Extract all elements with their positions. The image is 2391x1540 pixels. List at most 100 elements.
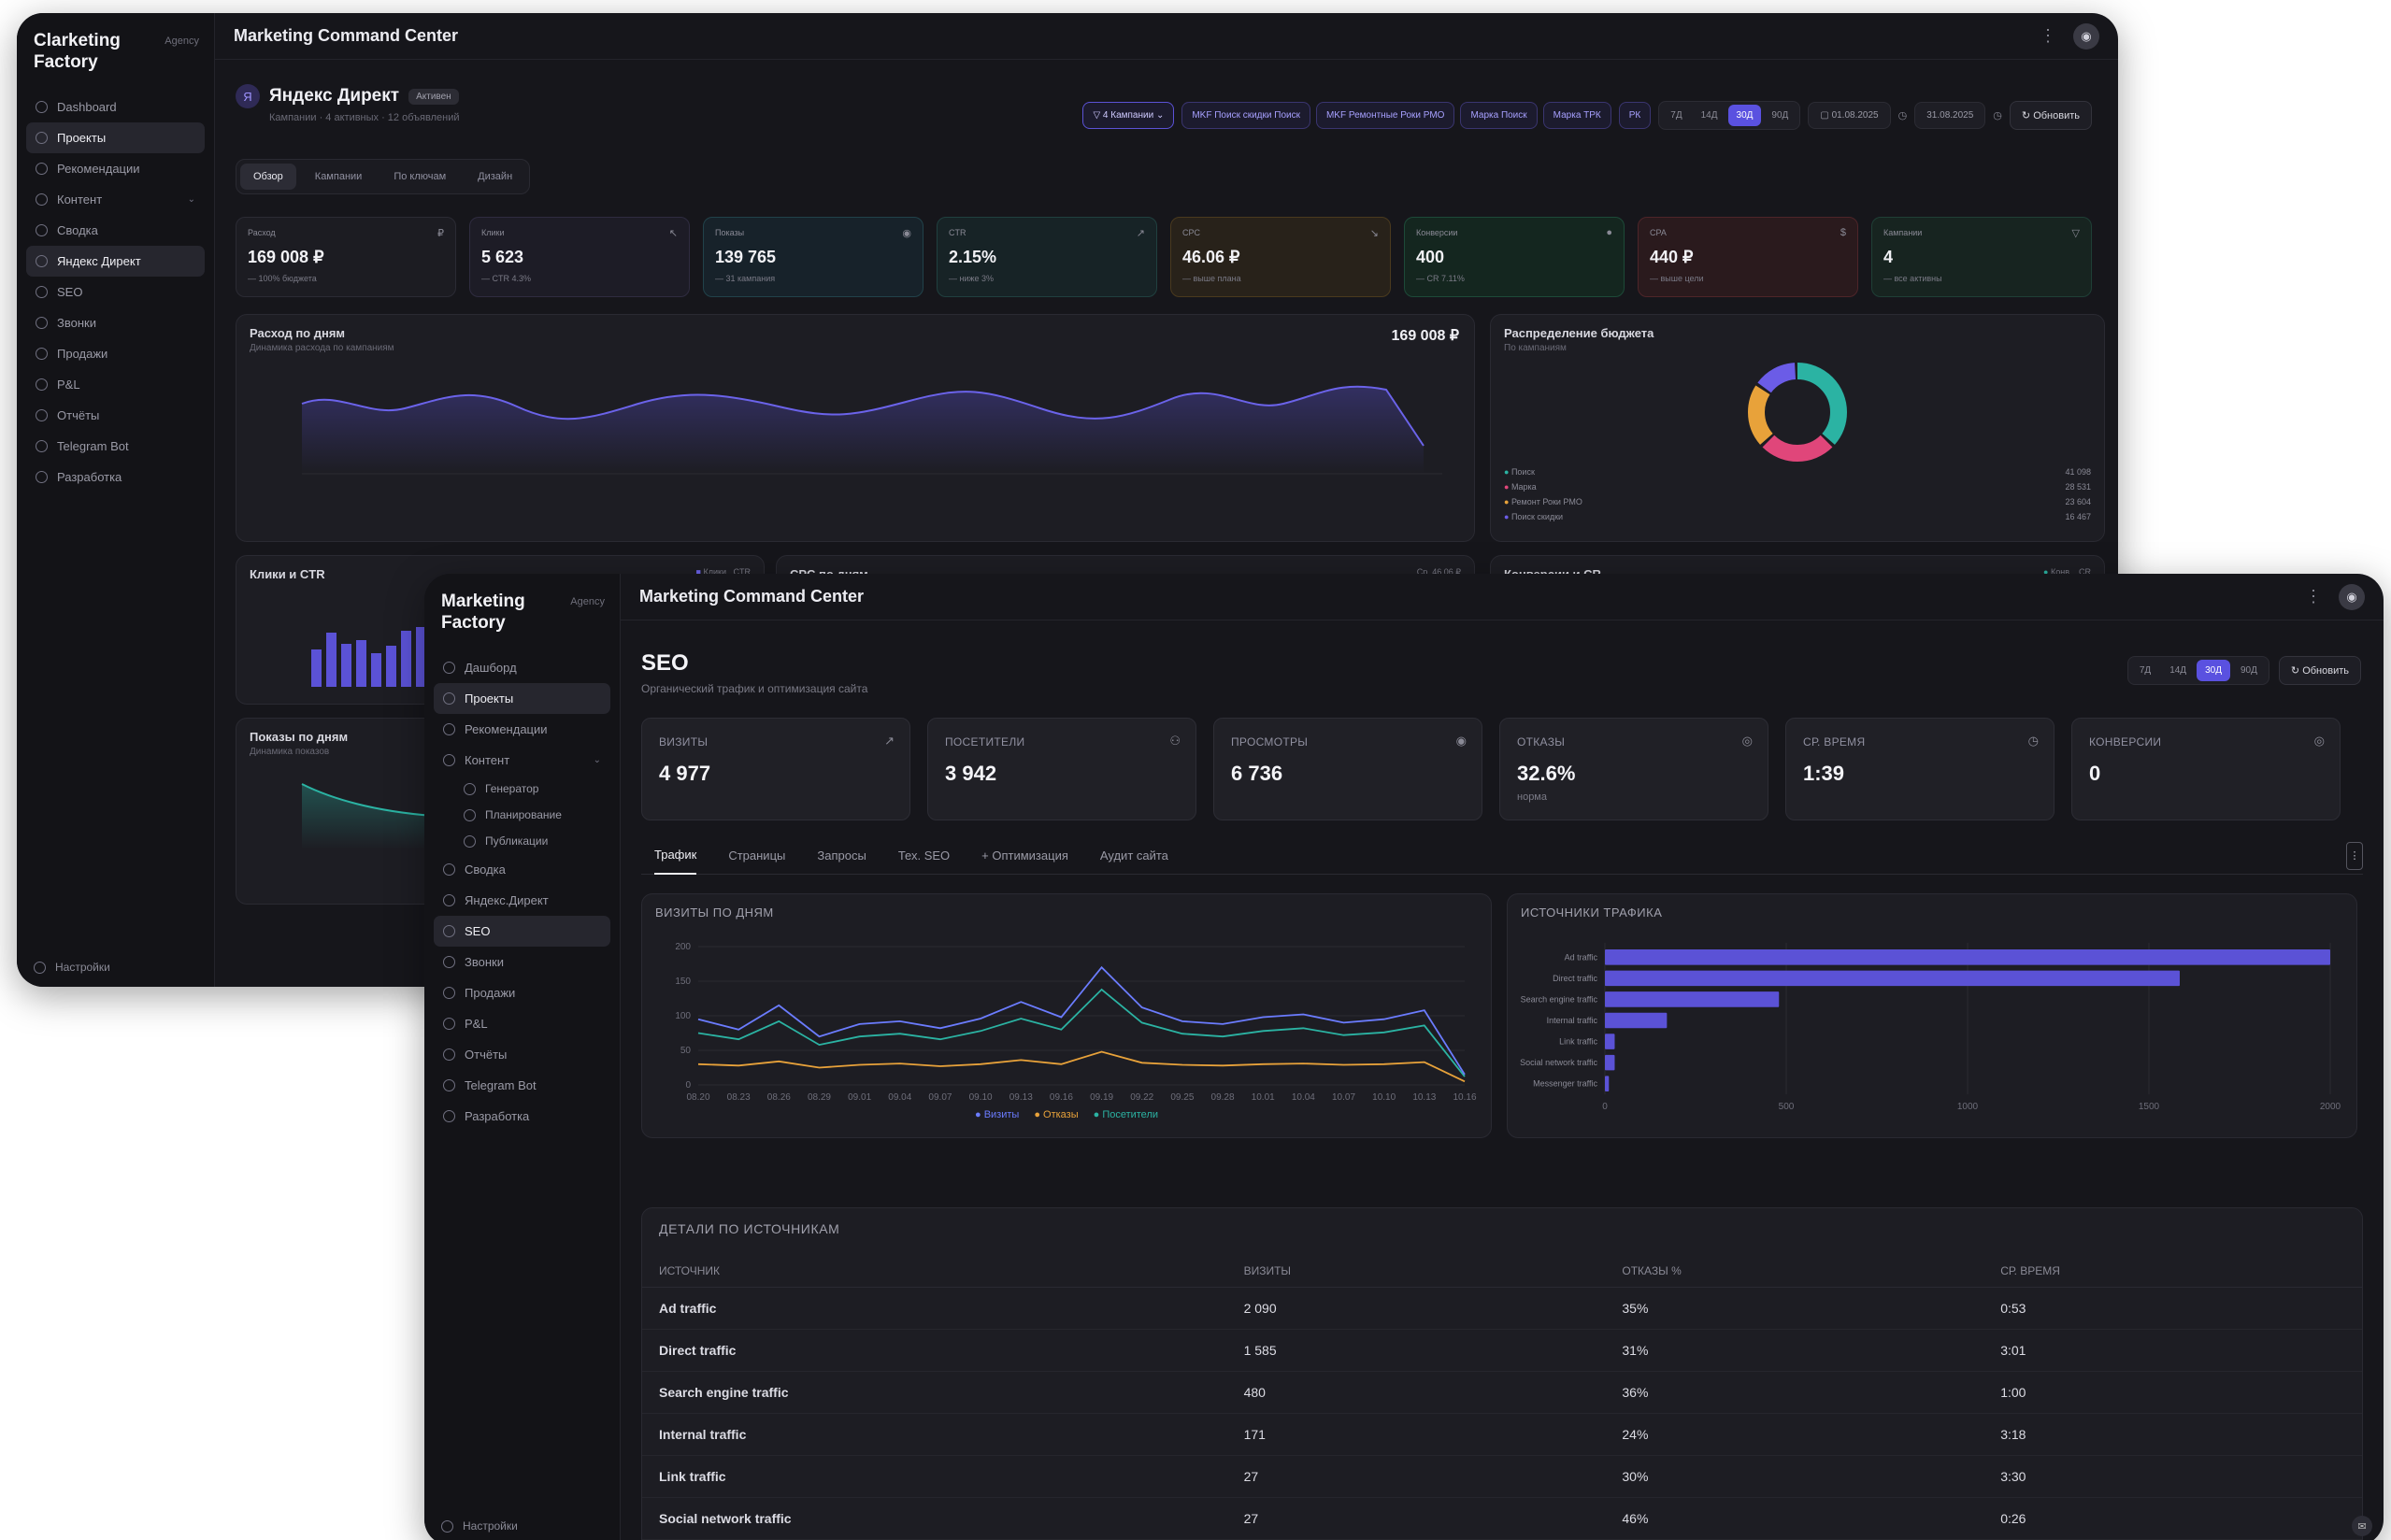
x-tick-label: 10.10 — [1372, 1092, 1396, 1103]
seo-tab[interactable]: Аудит сайта — [1100, 837, 1168, 875]
sidebar-item[interactable]: Сводка — [434, 854, 610, 885]
sidebar-item[interactable]: Звонки — [434, 947, 610, 977]
sidebar-item[interactable]: Яндекс Директ — [26, 246, 205, 277]
legend-swatch: ● — [1093, 1109, 1103, 1120]
more-icon[interactable]: ⋮ — [2305, 587, 2322, 606]
period-option[interactable]: 7Д — [2131, 660, 2159, 681]
campaign-chip[interactable]: MKF Ремонтные Роки РМО — [1315, 102, 1455, 129]
sidebar-item[interactable]: Контент ⌄ — [434, 745, 610, 776]
seo-tab[interactable]: + Оптимизация — [981, 837, 1068, 875]
view-tab[interactable]: Дизайн — [465, 164, 525, 190]
sidebar-item[interactable]: Планирование — [434, 802, 610, 828]
refresh-button[interactable]: ↻ Обновить — [2278, 656, 2361, 685]
sidebar-item[interactable]: Дашборд — [434, 652, 610, 683]
table-row[interactable]: Link traffic 27 30% 3:30 — [642, 1455, 2362, 1498]
sidebar-item[interactable]: Dashboard — [26, 92, 205, 122]
source-bar[interactable] — [1605, 991, 1780, 1007]
x-tick-label: 10.13 — [1412, 1092, 1436, 1103]
sidebar-item[interactable]: Публикации — [434, 828, 610, 854]
view-tab[interactable]: Обзор — [240, 164, 296, 190]
sidebar-item[interactable]: SEO — [26, 277, 205, 307]
sidebar-item[interactable]: Генератор — [434, 776, 610, 802]
kpi-delta: — выше плана — [1182, 274, 1241, 283]
date-to-field[interactable]: 31.08.2025 — [1914, 102, 1986, 129]
period-option[interactable]: 30Д — [1727, 105, 1762, 126]
seo-tab[interactable]: Запросы — [817, 837, 866, 875]
campaign-filter-button[interactable]: ▽ 4 Кампании ⌄ — [1082, 102, 1175, 129]
sidebar-item-label: Dashboard — [57, 100, 117, 114]
kpi-value: 1:39 — [1803, 762, 1845, 785]
sidebar-item[interactable]: P&L — [434, 1008, 610, 1039]
legend-label: Визиты — [983, 1109, 1020, 1120]
legend-label: Посетители — [1102, 1109, 1159, 1120]
period-option[interactable]: 30Д — [2197, 660, 2230, 681]
period-option[interactable]: 14Д — [1693, 105, 1726, 126]
sidebar-item[interactable]: Рекомендации — [434, 714, 610, 745]
sidebar-item[interactable]: Telegram Bot — [434, 1070, 610, 1101]
settings-link[interactable]: Настройки — [34, 961, 110, 974]
seo-tab[interactable]: Тех. SEO — [898, 837, 950, 875]
period-option[interactable]: 90Д — [1763, 105, 1797, 126]
column-header[interactable]: Источник — [642, 1255, 1227, 1288]
source-bar[interactable] — [1605, 970, 2180, 987]
table-row[interactable]: Direct traffic 1 585 31% 3:01 — [642, 1329, 2362, 1372]
sidebar-item[interactable]: Звонки — [26, 307, 205, 338]
sidebar-item[interactable]: Продажи — [26, 338, 205, 369]
tag-chip[interactable]: РК — [1618, 102, 1652, 129]
sidebar-item[interactable]: SEO — [434, 916, 610, 947]
table-cell: 27 — [1226, 1455, 1606, 1498]
period-option[interactable]: 14Д — [2161, 660, 2195, 681]
avatar[interactable]: ◉ — [2339, 583, 2365, 610]
source-bar[interactable] — [1605, 1076, 1610, 1091]
campaign-chip[interactable]: Марка ТРК — [1542, 102, 1611, 129]
sidebar: Clarketing Factory Agency Dashboard Проек… — [17, 13, 215, 987]
chat-icon[interactable]: ✉ — [2352, 1516, 2372, 1536]
table-row[interactable]: Search engine traffic 480 36% 1:00 — [642, 1371, 2362, 1414]
source-bar[interactable] — [1605, 1012, 1668, 1029]
sidebar-item[interactable]: P&L — [26, 369, 205, 400]
source-bar[interactable] — [1605, 949, 2330, 965]
sidebar-item[interactable]: Рекомендации — [26, 153, 205, 184]
nav-icon — [443, 1048, 455, 1061]
legend-swatch: ● — [1504, 482, 1511, 492]
seo-tab[interactable]: Страницы — [728, 837, 785, 875]
period-option[interactable]: 7Д — [1662, 105, 1690, 126]
more-icon[interactable]: ⋮ — [2040, 26, 2056, 46]
table-cell: 30% — [1605, 1455, 1984, 1498]
kpi-icon: $ — [1840, 227, 1846, 238]
campaign-chip[interactable]: MKF Поиск скидки Поиск — [1181, 102, 1310, 129]
avatar[interactable]: ◉ — [2073, 22, 2099, 50]
sidebar-item[interactable]: Продажи — [434, 977, 610, 1008]
period-option[interactable]: 90Д — [2232, 660, 2266, 681]
table-row[interactable]: Social network traffic 27 46% 0:26 — [642, 1497, 2362, 1540]
sidebar-item[interactable]: Отчёты — [434, 1039, 610, 1070]
column-header[interactable]: Отказы % — [1605, 1255, 1984, 1288]
sidebar-item[interactable]: Проекты — [26, 122, 205, 153]
view-tab[interactable]: По ключам — [380, 164, 459, 190]
sidebar-item[interactable]: Разработка — [434, 1101, 610, 1132]
sidebar-item[interactable]: Сводка — [26, 215, 205, 246]
click-bar — [341, 644, 351, 687]
sidebar-item[interactable]: Разработка — [26, 462, 205, 492]
sources-table-card: Детали по источникам Источник Визиты Отказ… — [641, 1207, 2363, 1540]
sidebar-item[interactable]: Контент ⌄ — [26, 184, 205, 215]
source-bar[interactable] — [1605, 1054, 1615, 1071]
table-cell: 0:26 — [1983, 1497, 2362, 1540]
more-vertical-icon[interactable]: ⋮ — [2346, 841, 2363, 870]
legend-label-wrap: ● Ремонт Роки РМО — [1504, 497, 1582, 506]
table-row[interactable]: Ad traffic 2 090 35% 0:53 — [642, 1287, 2362, 1330]
view-tab[interactable]: Кампании — [302, 164, 376, 190]
column-header[interactable]: Визиты — [1226, 1255, 1606, 1288]
sidebar-item[interactable]: Отчёты — [26, 400, 205, 431]
sidebar-item[interactable]: Проекты — [434, 683, 610, 714]
campaign-chip[interactable]: Марка Поиск — [1460, 102, 1538, 129]
refresh-button[interactable]: ↻ Обновить — [2009, 101, 2092, 130]
column-header[interactable]: Ср. время — [1983, 1255, 2362, 1288]
seo-tab[interactable]: Трафик — [654, 837, 697, 875]
settings-link[interactable]: Настройки — [441, 1519, 518, 1533]
source-bar[interactable] — [1605, 1034, 1615, 1049]
sidebar-item[interactable]: Яндекс.Директ — [434, 885, 610, 916]
sidebar-item[interactable]: Telegram Bot — [26, 431, 205, 462]
date-from-field[interactable]: ▢ 01.08.2025 — [1808, 102, 1891, 129]
table-row[interactable]: Internal traffic 171 24% 3:18 — [642, 1413, 2362, 1456]
